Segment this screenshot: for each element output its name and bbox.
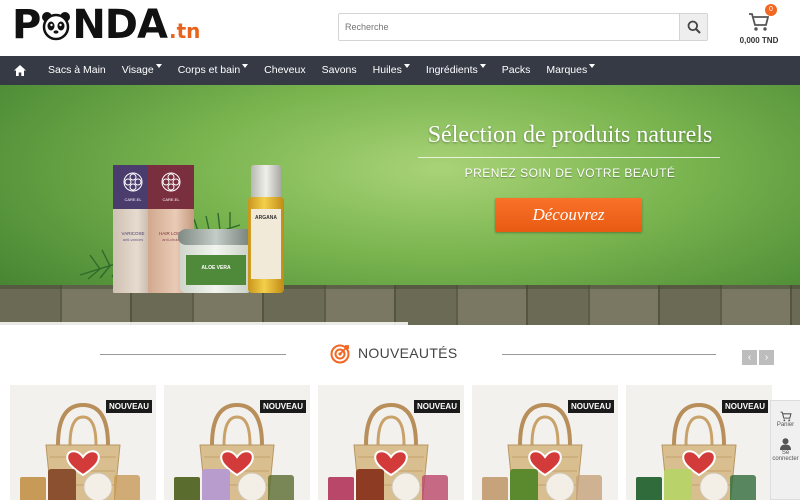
panda-icon <box>41 7 71 41</box>
argana-bottle: ARGANA <box>248 165 284 293</box>
product-card[interactable]: NOUVEAU <box>472 385 618 500</box>
carousel-prev-button[interactable]: ‹ <box>742 350 757 365</box>
cart-count-badge: 0 <box>765 4 777 16</box>
discover-button[interactable]: Découvrez <box>495 198 642 232</box>
banner-divider <box>418 157 720 158</box>
caret-down-icon <box>403 64 410 68</box>
caret-down-icon <box>479 64 486 68</box>
carousel-next-button[interactable]: › <box>759 350 774 365</box>
side-quick-panel: Panier Se connecter <box>770 400 800 500</box>
cart-button[interactable]: 0 0,000 TND <box>736 4 782 46</box>
side-cart-button[interactable]: Panier <box>771 401 800 428</box>
caret-down-icon <box>242 64 249 68</box>
product-card[interactable]: NOUVEAU <box>10 385 156 500</box>
shopping-cart-icon <box>780 411 792 422</box>
section-title: NOUVEAUTÉS <box>358 345 458 361</box>
logo-tld: .tn <box>168 19 201 43</box>
product-card[interactable]: NOUVEAU <box>626 385 772 500</box>
main-nav: Sacs à Main Visage Corps et bain Cheveux… <box>0 56 800 85</box>
hero-banner[interactable]: CARE.EL VARICOSE anti-varices CARE.EL HA… <box>0 85 800 325</box>
home-icon <box>14 65 26 76</box>
banner-subtitle: PRENEZ SOIN DE VOTRE BEAUTÉ <box>464 166 676 180</box>
nav-home[interactable] <box>0 56 40 85</box>
search-input[interactable] <box>339 14 679 40</box>
nav-item-savons[interactable]: Savons <box>314 56 365 85</box>
nav-item-visage[interactable]: Visage <box>114 56 170 85</box>
aloe-vera-jar: ALOE VERA <box>178 229 254 293</box>
nav-item-marques[interactable]: Marques <box>538 56 603 85</box>
search-button[interactable] <box>679 14 707 40</box>
ornament-icon <box>161 172 181 192</box>
new-badge: NOUVEAU <box>721 400 768 413</box>
nav-item-huiles[interactable]: Huiles <box>365 56 418 85</box>
site-logo[interactable]: P NDA .tn <box>12 4 200 46</box>
header: P NDA .tn Recherche 0 0,000 TND <box>0 0 800 56</box>
ornament-icon <box>123 172 143 192</box>
divider-line <box>502 354 716 355</box>
cart-total: 0,000 TND <box>739 36 779 45</box>
product-card[interactable]: NOUVEAU <box>164 385 310 500</box>
search-icon <box>687 20 701 34</box>
new-arrivals-heading: NOUVEAUTÉS <box>0 340 800 368</box>
new-badge: NOUVEAU <box>259 400 306 413</box>
side-account-label: Se connecter <box>772 450 799 462</box>
nav-item-packs[interactable]: Packs <box>494 56 539 85</box>
logo-text: P NDA <box>12 2 168 48</box>
nav-item-cheveux[interactable]: Cheveux <box>256 56 313 85</box>
user-icon <box>780 438 791 450</box>
banner-title: Sélection de produits naturels <box>427 122 713 148</box>
nav-item-ingredients[interactable]: Ingrédients <box>418 56 494 85</box>
divider-line <box>100 354 286 355</box>
nav-item-corps-et-bain[interactable]: Corps et bain <box>170 56 256 85</box>
target-icon <box>330 344 350 364</box>
product-card[interactable]: NOUVEAU <box>318 385 464 500</box>
product-box-varicose: CARE.EL VARICOSE anti-varices <box>113 165 153 293</box>
caret-down-icon <box>589 64 596 68</box>
new-badge: NOUVEAU <box>105 400 152 413</box>
search-box <box>338 13 708 41</box>
nav-item-sacs-a-main[interactable]: Sacs à Main <box>40 56 114 85</box>
new-badge: NOUVEAU <box>567 400 614 413</box>
caret-down-icon <box>155 64 162 68</box>
page: P NDA .tn Recherche 0 0,000 TND Sacs à M… <box>0 0 800 500</box>
slider-progress-bar <box>0 322 408 325</box>
new-badge: NOUVEAU <box>413 400 460 413</box>
side-account-button[interactable]: Se connecter <box>771 428 800 462</box>
